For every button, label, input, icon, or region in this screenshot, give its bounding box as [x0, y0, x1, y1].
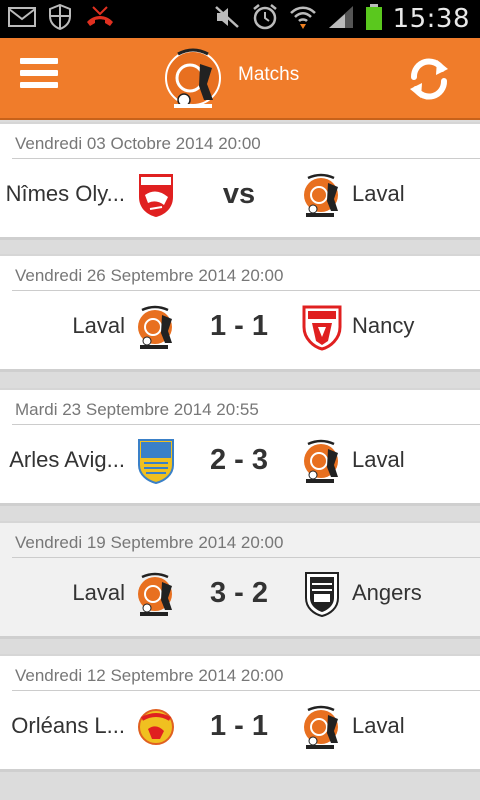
- signal-icon: [327, 4, 355, 35]
- home-team-name: Nîmes Oly...: [5, 181, 125, 206]
- laval-logo-icon: [132, 303, 180, 351]
- refresh-icon: [410, 58, 448, 100]
- match-score: 3 - 2: [209, 577, 269, 609]
- match-score: 2 - 3: [209, 444, 269, 476]
- mute-icon: [213, 4, 241, 35]
- arles-avignon-logo-icon: [136, 437, 176, 485]
- divider: [12, 557, 480, 558]
- match-score: vs: [222, 178, 256, 210]
- hamburger-menu-icon: [20, 58, 58, 64]
- away-team-name: Laval: [352, 447, 405, 472]
- laval-logo-icon: [132, 570, 180, 618]
- home-team-name: Arles Avig...: [9, 447, 125, 472]
- match-card[interactable]: Vendredi 03 Octobre 2014 20:00 Nîmes Oly…: [0, 122, 480, 240]
- divider: [12, 690, 480, 691]
- away-team-name: Laval: [352, 713, 405, 738]
- clock: 15:38: [392, 4, 470, 34]
- laval-logo-icon: [298, 437, 346, 485]
- match-date: Vendredi 03 Octobre 2014 20:00: [15, 134, 261, 153]
- laval-logo-icon: [298, 171, 346, 219]
- club-logo: [160, 44, 226, 112]
- divider: [12, 158, 480, 159]
- match-date: Mardi 23 Septembre 2014 20:55: [15, 400, 259, 419]
- home-team-name: Orléans L...: [11, 713, 125, 738]
- match-score: 1 - 1: [209, 710, 269, 742]
- match-card[interactable]: Vendredi 19 Septembre 2014 20:00 Laval 3…: [0, 521, 480, 639]
- status-bar: 15:38: [0, 0, 480, 38]
- divider: [12, 424, 480, 425]
- missed-call-icon: [84, 4, 116, 35]
- mail-icon: [8, 6, 36, 33]
- menu-button[interactable]: [20, 58, 58, 98]
- app-bar: Matchs: [0, 38, 480, 120]
- home-team-name: Laval: [72, 313, 125, 338]
- battery-icon: [365, 3, 383, 36]
- divider: [12, 290, 480, 291]
- match-card[interactable]: Vendredi 26 Septembre 2014 20:00 Laval 1…: [0, 254, 480, 372]
- orleans-logo-icon: [136, 703, 176, 751]
- away-team-name: Angers: [352, 580, 422, 605]
- match-score: 1 - 1: [209, 310, 269, 342]
- nancy-logo-icon: [298, 303, 346, 351]
- away-team-name: Laval: [352, 181, 405, 206]
- laval-logo-icon: [298, 703, 346, 751]
- page-title: Matchs: [238, 64, 300, 85]
- refresh-button[interactable]: [406, 56, 452, 102]
- match-date: Vendredi 12 Septembre 2014 20:00: [15, 666, 284, 685]
- angers-logo-icon: [298, 570, 346, 618]
- shield-icon: [48, 3, 72, 35]
- match-card[interactable]: Vendredi 12 Septembre 2014 20:00 Orléans…: [0, 654, 480, 772]
- match-date: Vendredi 26 Septembre 2014 20:00: [15, 266, 284, 285]
- wifi-icon: [289, 4, 317, 35]
- home-team-name: Laval: [72, 580, 125, 605]
- match-card[interactable]: Mardi 23 Septembre 2014 20:55 Arles Avig…: [0, 388, 480, 506]
- alarm-icon: [251, 3, 279, 36]
- match-date: Vendredi 19 Septembre 2014 20:00: [15, 533, 284, 552]
- away-team-name: Nancy: [352, 313, 415, 338]
- nimes-logo-icon: [136, 171, 176, 219]
